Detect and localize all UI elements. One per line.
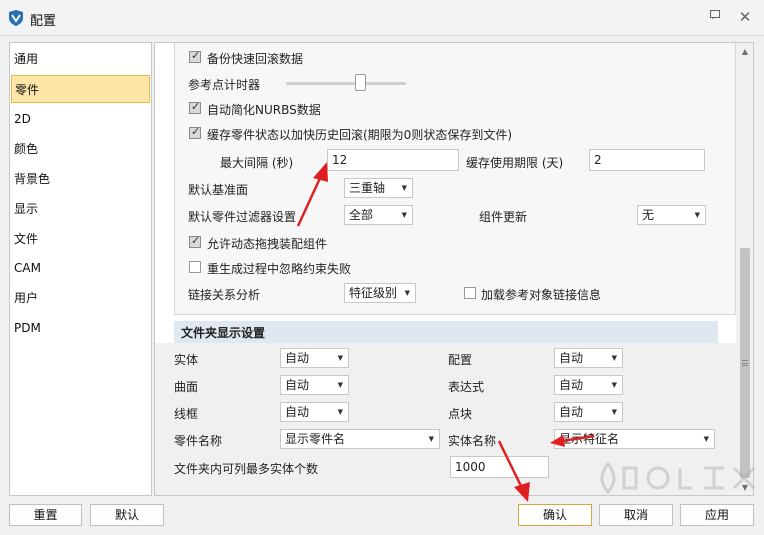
sidebar-item-part[interactable]: 零件: [11, 75, 150, 103]
max-entities-label: 文件夹内可列最多实体个数: [174, 462, 319, 476]
component-update-select[interactable]: 无 ▼: [637, 205, 706, 225]
close-icon[interactable]: ✕: [736, 8, 754, 26]
solid-label: 实体: [174, 353, 199, 367]
app-logo-icon: [9, 10, 23, 26]
wireframe-select[interactable]: 自动 ▼: [280, 402, 349, 422]
config-select[interactable]: 自动 ▼: [554, 348, 623, 368]
ignore-constraint-label: 重生成过程中忽略约束失败: [207, 262, 352, 276]
reset-button[interactable]: 重置: [9, 504, 82, 526]
cache-limit-input[interactable]: 2: [589, 149, 705, 171]
apply-button[interactable]: 应用: [680, 504, 754, 526]
folder-display-header: 文件夹显示设置: [174, 321, 718, 343]
sidebar-item-pdm[interactable]: PDM: [11, 314, 150, 342]
link-analysis-label: 链接关系分析: [188, 288, 261, 302]
sidebar-item-file[interactable]: 文件: [11, 225, 150, 253]
category-list: 通用 零件 2D 颜色 背景色 显示 文件 CAM 用户 PDM: [9, 42, 152, 496]
sidebar-item-general[interactable]: 通用: [11, 45, 150, 73]
wireframe-label: 线框: [174, 407, 199, 421]
cancel-button[interactable]: 取消: [599, 504, 673, 526]
expression-label: 表达式: [448, 380, 485, 394]
sidebar-item-user[interactable]: 用户: [11, 284, 150, 312]
max-entities-input[interactable]: 1000: [450, 456, 549, 478]
ok-button[interactable]: 确认: [518, 504, 592, 526]
load-ref-link-checkbox[interactable]: [464, 287, 476, 299]
default-plane-select[interactable]: 三重轴 ▼: [344, 178, 413, 198]
vertical-scrollbar[interactable]: ▲ ▼: [736, 43, 753, 495]
expression-select[interactable]: 自动 ▼: [554, 375, 623, 395]
default-filter-label: 默认零件过滤器设置: [188, 210, 297, 224]
sidebar-item-2d[interactable]: 2D: [11, 105, 150, 133]
solid-select[interactable]: 自动 ▼: [280, 348, 349, 368]
entity-name-select[interactable]: 显示特征名 ▼: [554, 429, 715, 449]
default-button[interactable]: 默认: [90, 504, 164, 526]
part-name-select[interactable]: 显示零件名 ▼: [280, 429, 440, 449]
settings-panel: 备份快速回滚数据 参考点计时器 自动简化NURBS数据 缓存零件状态以加快历史回…: [154, 42, 754, 496]
config-label: 配置: [448, 353, 473, 367]
window-title: 配置: [30, 14, 57, 29]
cache-limit-label: 缓存使用期限 (天): [466, 156, 564, 170]
ref-timer-label: 参考点计时器: [188, 78, 261, 92]
cache-state-checkbox[interactable]: [189, 125, 201, 139]
point-block-select[interactable]: 自动 ▼: [554, 402, 623, 422]
allow-drag-checkbox[interactable]: [189, 234, 201, 248]
ignore-constraint-checkbox[interactable]: [189, 261, 201, 273]
cache-state-label: 缓存零件状态以加快历史回滚(期限为0则状态保存到文件): [207, 128, 513, 142]
part-options-group: 备份快速回滚数据 参考点计时器 自动简化NURBS数据 缓存零件状态以加快历史回…: [174, 43, 736, 315]
surface-label: 曲面: [174, 380, 199, 394]
load-ref-link-label: 加载参考对象链接信息: [481, 288, 602, 302]
link-analysis-select[interactable]: 特征级别 ▼: [344, 283, 416, 303]
sidebar-item-display[interactable]: 显示: [11, 195, 150, 223]
ref-timer-slider-thumb[interactable]: [355, 74, 366, 91]
point-block-label: 点块: [448, 407, 473, 421]
default-filter-select[interactable]: 全部 ▼: [344, 205, 413, 225]
sidebar-item-cam[interactable]: CAM: [11, 254, 150, 282]
backup-rollback-checkbox[interactable]: [189, 49, 201, 63]
auto-simplify-label: 自动简化NURBS数据: [207, 103, 321, 117]
title-bar: 配置 ✕: [0, 0, 764, 36]
auto-simplify-checkbox[interactable]: [189, 100, 201, 114]
ref-timer-slider-track[interactable]: [286, 82, 406, 85]
watermark-logo: [600, 461, 756, 495]
surface-select[interactable]: 自动 ▼: [280, 375, 349, 395]
entity-name-label: 实体名称: [448, 434, 497, 448]
part-name-label: 零件名称: [174, 434, 223, 448]
scrollbar-thumb[interactable]: [740, 248, 750, 478]
sidebar-item-background[interactable]: 背景色: [11, 165, 150, 193]
sidebar-item-color[interactable]: 颜色: [11, 135, 150, 163]
allow-drag-label: 允许动态拖拽装配组件: [207, 237, 328, 251]
backup-rollback-label: 备份快速回滚数据: [207, 52, 304, 66]
grip-icon: [742, 360, 748, 366]
restore-icon[interactable]: [706, 8, 724, 26]
max-interval-label: 最大间隔 (秒): [220, 156, 294, 170]
folder-display-title: 文件夹显示设置: [181, 326, 266, 340]
component-update-label: 组件更新: [479, 210, 528, 224]
max-interval-input[interactable]: 12: [327, 149, 459, 171]
scroll-up-icon[interactable]: ▲: [740, 47, 750, 57]
default-plane-label: 默认基准面: [188, 183, 249, 197]
